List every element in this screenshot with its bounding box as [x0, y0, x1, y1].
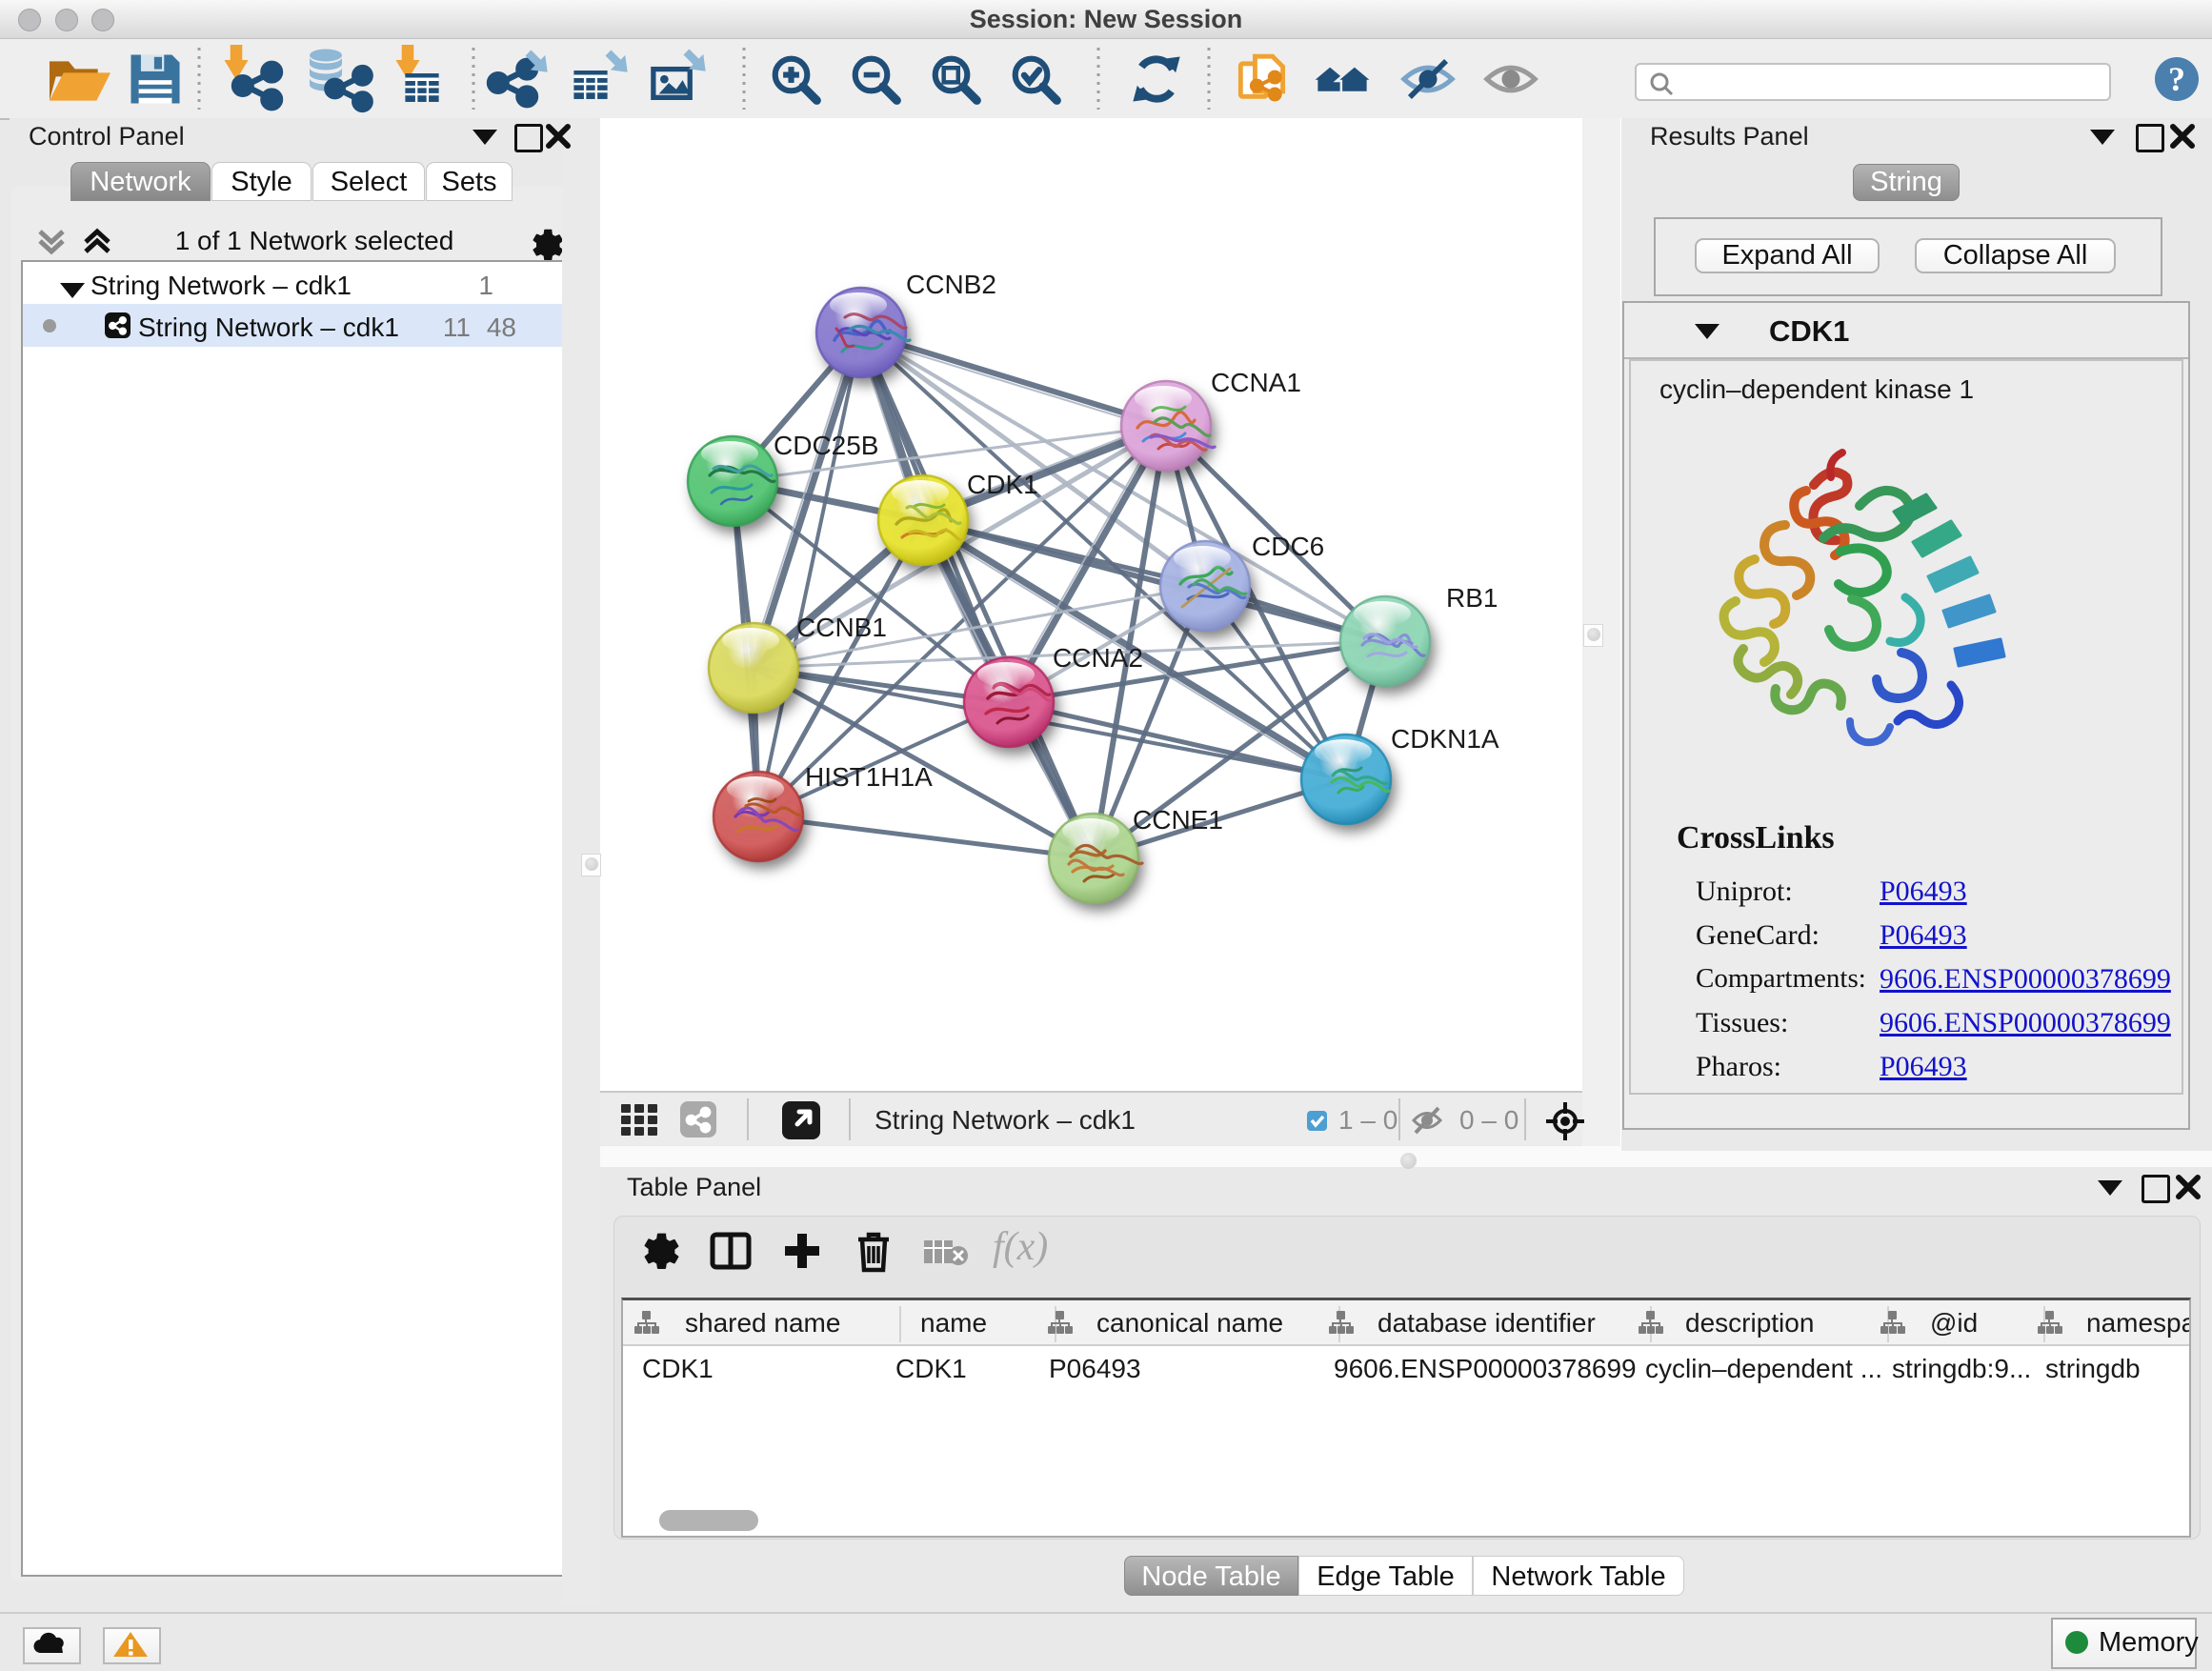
svg-text:CDKN1A: CDKN1A [1391, 724, 1499, 754]
svg-text:CCNB1: CCNB1 [796, 613, 887, 642]
svg-text:CDC25B: CDC25B [774, 431, 878, 460]
svg-text:CCNB2: CCNB2 [906, 270, 996, 299]
svg-text:CDK1: CDK1 [967, 470, 1038, 499]
svg-text:CCNE1: CCNE1 [1133, 805, 1223, 835]
svg-text:CDC6: CDC6 [1252, 532, 1324, 561]
svg-text:CCNA2: CCNA2 [1053, 643, 1143, 673]
svg-text:CCNA1: CCNA1 [1211, 368, 1301, 397]
svg-text:?: ? [2168, 60, 2185, 98]
svg-text:RB1: RB1 [1446, 583, 1498, 613]
svg-text:HIST1H1A: HIST1H1A [805, 762, 933, 792]
